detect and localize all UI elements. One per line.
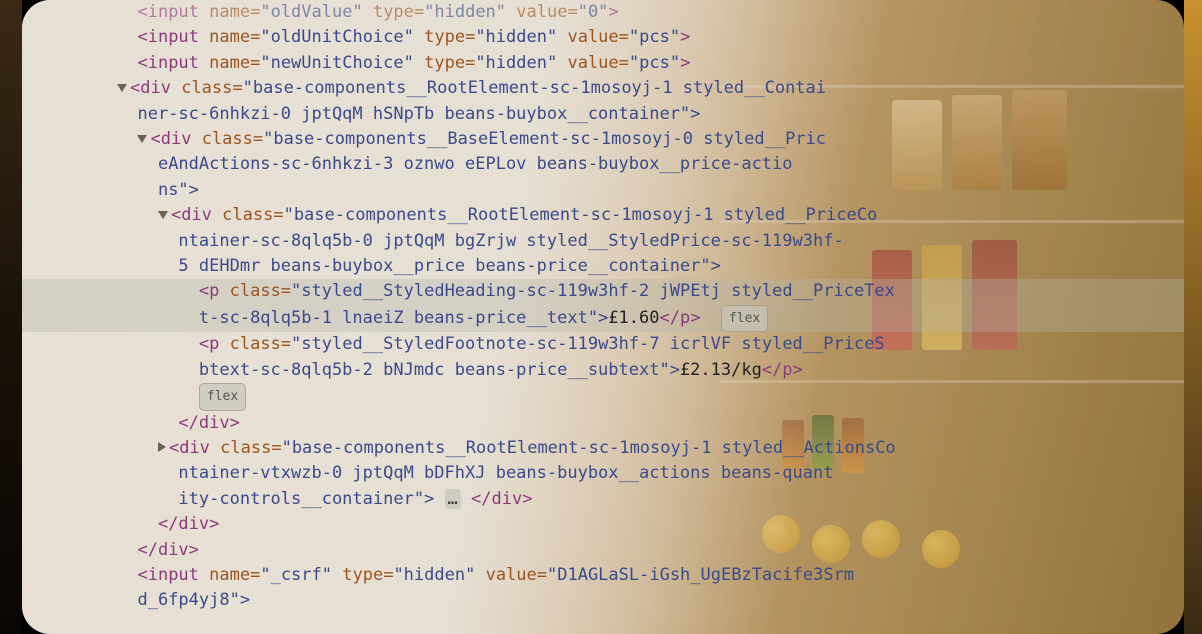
code-line[interactable]: <div class="base-components__RootElement… (117, 76, 1184, 101)
disclosure-triangle-icon[interactable] (158, 211, 168, 219)
code-line: btext-sc-8qlq5b-2 bNJmdc beans-price__su… (117, 358, 1184, 383)
code-line: ity-controls__container"> … </div> (117, 487, 1184, 512)
flex-badge[interactable]: flex (721, 305, 768, 332)
code-line: </div> (117, 538, 1184, 563)
disclosure-triangle-icon[interactable] (117, 84, 127, 92)
code-line: ntainer-vtxwzb-0 jptQqM bDFhXJ beans-buy… (117, 461, 1184, 486)
disclosure-triangle-icon[interactable] (137, 135, 147, 143)
hero-card: <input name="oldValue" type="hidden" val… (22, 0, 1184, 634)
code-line[interactable]: <div class="base-components__BaseElement… (117, 127, 1184, 152)
code-line: ns"> (117, 178, 1184, 203)
code-line: flex (117, 383, 1184, 410)
flex-badge[interactable]: flex (199, 383, 246, 410)
code-line: ner-sc-6nhkzi-0 jptQqM hSNpTb beans-buyb… (117, 102, 1184, 127)
code-line-highlighted: t-sc-8qlq5b-1 lnaeiZ beans-price__text">… (22, 305, 1184, 332)
code-line: </div> (117, 512, 1184, 537)
code-line: </div> (117, 411, 1184, 436)
code-line: <input name="_csrf" type="hidden" value=… (117, 563, 1184, 588)
code-line[interactable]: <div class="base-components__RootElement… (117, 436, 1184, 461)
page-edge-left (0, 0, 22, 634)
disclosure-triangle-icon[interactable] (158, 442, 166, 452)
code-line: 5 dEHDmr beans-buybox__price beans-price… (117, 254, 1184, 279)
devtools-code-overlay: <input name="oldValue" type="hidden" val… (22, 0, 1184, 634)
code-line: eAndActions-sc-6nhkzi-3 oznwo eEPLov bea… (117, 152, 1184, 177)
code-line: d_6fp4yj8"> (117, 588, 1184, 613)
ellipsis-icon[interactable]: … (445, 489, 461, 509)
code-line: <input name="newUnitChoice" type="hidden… (117, 51, 1184, 76)
code-line: <input name="oldUnitChoice" type="hidden… (117, 25, 1184, 50)
code-line-highlighted[interactable]: <p class="styled__StyledHeading-sc-119w3… (22, 279, 1184, 304)
code-line[interactable]: <p class="styled__StyledFootnote-sc-119w… (117, 332, 1184, 357)
code-line[interactable]: <div class="base-components__RootElement… (117, 203, 1184, 228)
page-edge-right (1184, 0, 1202, 634)
code-line: ntainer-sc-8qlq5b-0 jptQqM bgZrjw styled… (117, 229, 1184, 254)
code-line: <input name="oldValue" type="hidden" val… (117, 0, 1184, 25)
